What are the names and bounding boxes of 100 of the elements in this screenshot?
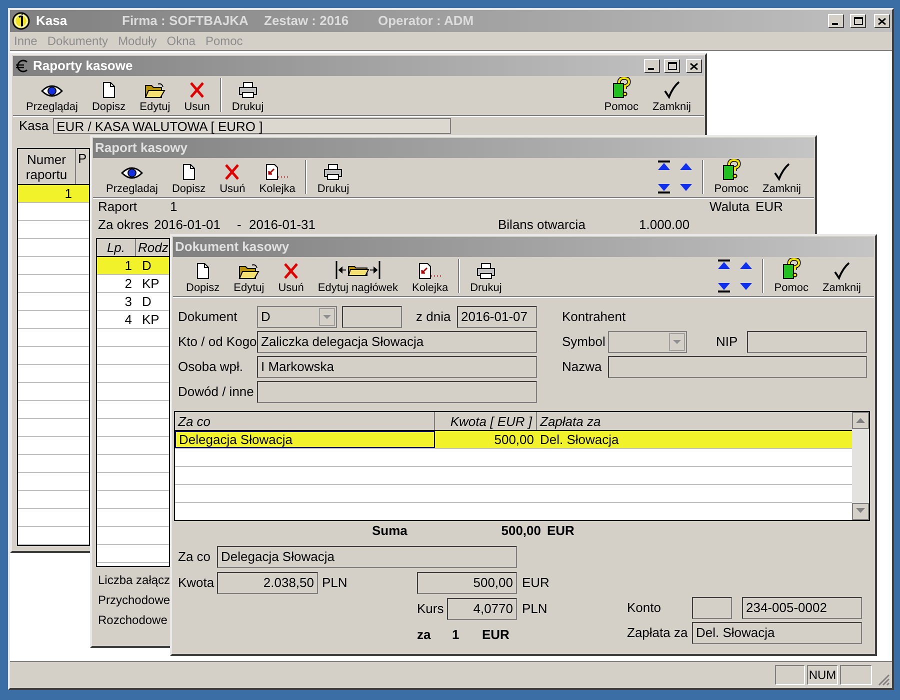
input-field[interactable]: EUR / KASA WALUTOWA [ EURO ] [52,118,451,134]
help-button[interactable]: Pomoc [707,159,756,195]
table-cell-text: D [141,293,152,310]
label: PLN [321,574,348,592]
queue-button[interactable]: Kolejka [252,159,302,195]
input-field[interactable]: Delegacja Słowacja [217,546,517,568]
input-field[interactable]: Zaliczka delegacja Słowacja [257,331,537,353]
input-field[interactable] [257,381,537,403]
print-button[interactable]: Drukuj [310,159,356,195]
label: PLN [521,600,548,618]
help-button[interactable]: Pomoc [767,258,816,294]
close-icon [690,62,698,70]
column-header[interactable]: Lp. [97,239,136,256]
input-field[interactable] [342,306,402,328]
minimize-button[interactable] [644,59,660,73]
check-icon [662,81,681,99]
close-button[interactable] [874,14,890,28]
close-button[interactable]: Zamknij [645,77,698,113]
column-header[interactable]: Rodz [136,239,169,256]
add-button[interactable]: Dopisz [84,77,133,113]
label: 2016-01-31 [249,216,316,234]
resize-grip-icon[interactable] [876,672,890,686]
column-header[interactable]: Kwota [ EUR ] [435,412,537,430]
help-button[interactable]: Pomoc [597,77,646,113]
last-arrow-icon[interactable] [717,280,732,292]
input-field[interactable]: 500,00 [417,572,517,594]
input-field[interactable]: 2.038,50 [217,572,318,594]
last-arrow-icon[interactable] [657,182,672,194]
printer-icon [236,81,259,99]
table-row[interactable]: 1 D [97,257,169,275]
label: NIP [716,333,739,352]
label: Za co [178,548,212,566]
printer-icon [474,262,497,280]
edit-header-button[interactable]: Edytuj nagłówek [310,258,405,294]
status-indicator: NUM [807,665,838,685]
label: Nazwa [562,358,603,376]
label: 1 [452,626,460,644]
label: Suma [372,522,408,540]
maximize-button[interactable] [850,14,866,28]
view-button[interactable]: Przegladaj [99,159,165,195]
input-field[interactable] [692,597,732,619]
sum-value: 500,00 [500,522,541,540]
column-header[interactable]: Za co [175,412,435,430]
table-cell-text: Del. Słowacja [539,431,620,448]
page-icon [180,163,197,181]
close-button[interactable]: Zamknij [755,159,808,195]
edit-button[interactable]: Edytuj [226,258,272,294]
input-field[interactable] [608,356,867,378]
label: EUR [756,198,783,216]
first-arrow-icon[interactable] [717,258,732,270]
scrollbar[interactable] [852,412,869,520]
print-button[interactable]: Drukuj [463,258,509,294]
window-title: Raport kasowy [95,139,188,158]
input-field[interactable]: 4,0770 [447,598,517,620]
input-field[interactable]: Del. Słowacja [692,622,862,644]
close-button[interactable]: Zamknij [815,258,868,294]
column-header[interactable]: Numer raportu [18,149,76,184]
table-cell-text: D [141,257,152,274]
date-field[interactable]: 2016-01-07 [457,306,537,328]
label: Dowód / inne [178,383,255,402]
down-arrow-icon[interactable] [679,182,694,194]
label: Bilans otwarcia [498,216,586,234]
first-arrow-icon[interactable] [657,160,672,172]
edit-button[interactable]: Edytuj [132,77,178,113]
label: z dnia [416,308,452,326]
add-button[interactable]: Dopisz [164,159,213,195]
maximize-button[interactable] [664,59,680,73]
dropdown[interactable] [608,331,687,353]
eye-icon [120,165,143,181]
input-field[interactable]: I Markowska [257,356,537,378]
x-icon [282,262,300,280]
label: Zapłata za [627,624,689,642]
table-cell-text: KP [141,275,160,292]
input-field[interactable] [747,331,867,353]
add-button[interactable]: Dopisz [179,258,227,294]
print-button[interactable]: Drukuj [224,77,271,113]
queue-button[interactable]: Kolejka [405,258,456,294]
input-field[interactable]: 234-005-0002 [742,597,862,619]
column-header[interactable]: P [76,149,89,166]
status-panel [775,665,805,685]
label: 2016-01-01 [154,216,222,234]
dropdown-value: D [261,308,270,326]
label: Dokument [178,308,238,326]
minimize-button[interactable] [828,14,844,28]
table-row[interactable]: 1 [18,185,89,203]
check-icon [832,262,851,280]
folder-icon [238,262,260,280]
label: EUR [521,574,550,592]
delete-button[interactable]: Usun [177,77,217,113]
label: - [237,216,242,234]
table-row[interactable]: Delegacja Słowacja 500,00 Del. Słowacja [175,431,852,449]
help-book-icon [781,258,802,280]
close-icon [878,18,886,24]
close-button[interactable] [686,59,702,73]
delete-button[interactable]: Usuń [271,258,311,294]
eye-icon [40,83,63,99]
delete-button[interactable]: Usuń [212,159,252,195]
dropdown[interactable]: D [257,306,337,328]
down-arrow-icon[interactable] [739,280,754,292]
view-button[interactable]: Przeglądaj [19,77,85,113]
